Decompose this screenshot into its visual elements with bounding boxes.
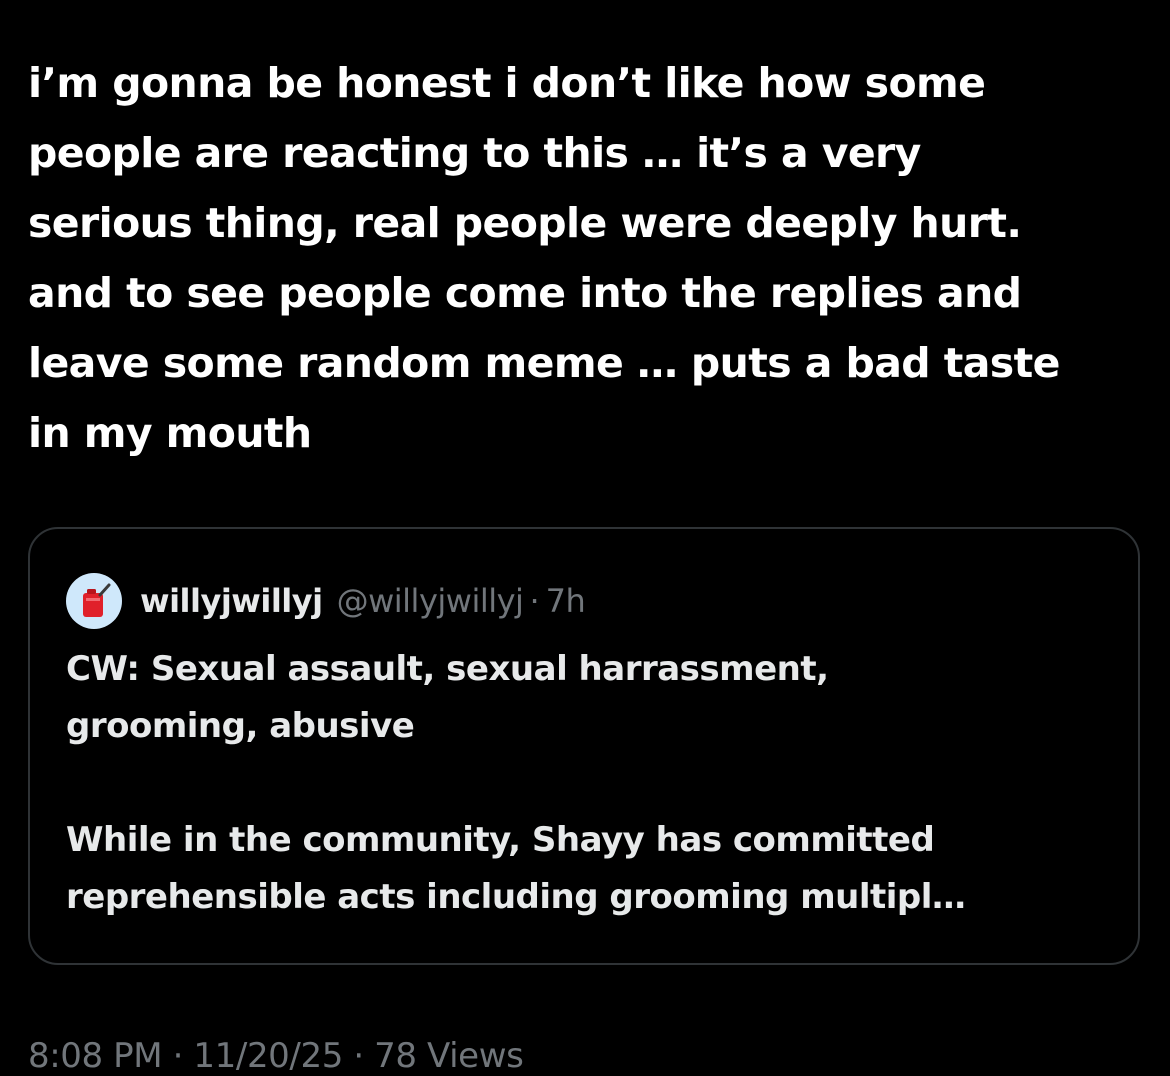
quoted-post-text: CW: Sexual assault, sexual harrassment, …	[66, 641, 1116, 926]
quoted-author-handle[interactable]: @willyjwillyj	[337, 582, 524, 620]
quoted-text-line: grooming, abusive	[66, 706, 415, 746]
gas-can-icon	[83, 583, 111, 617]
avatar[interactable]	[66, 573, 122, 629]
quoted-text-line: reprehensible acts including grooming mu…	[66, 877, 966, 917]
quoted-text-line: CW: Sexual assault, sexual harrassment,	[66, 649, 829, 689]
quoted-text-line: While in the community, Shayy has commit…	[66, 820, 935, 860]
quoted-post-card[interactable]: willyjwillyj @willyjwillyj · 7h CW: Sexu…	[28, 527, 1140, 965]
post-text: i’m gonna be honest i don’t like how som…	[28, 59, 1060, 457]
separator-dot: ·	[529, 582, 540, 620]
post-meta: 8:08 PM · 11/20/25 · 78 Views	[28, 1036, 524, 1076]
quoted-post-header: willyjwillyj @willyjwillyj · 7h	[66, 573, 586, 629]
quoted-post-time[interactable]: 7h	[546, 582, 586, 620]
quoted-author-name[interactable]: willyjwillyj	[140, 582, 323, 620]
